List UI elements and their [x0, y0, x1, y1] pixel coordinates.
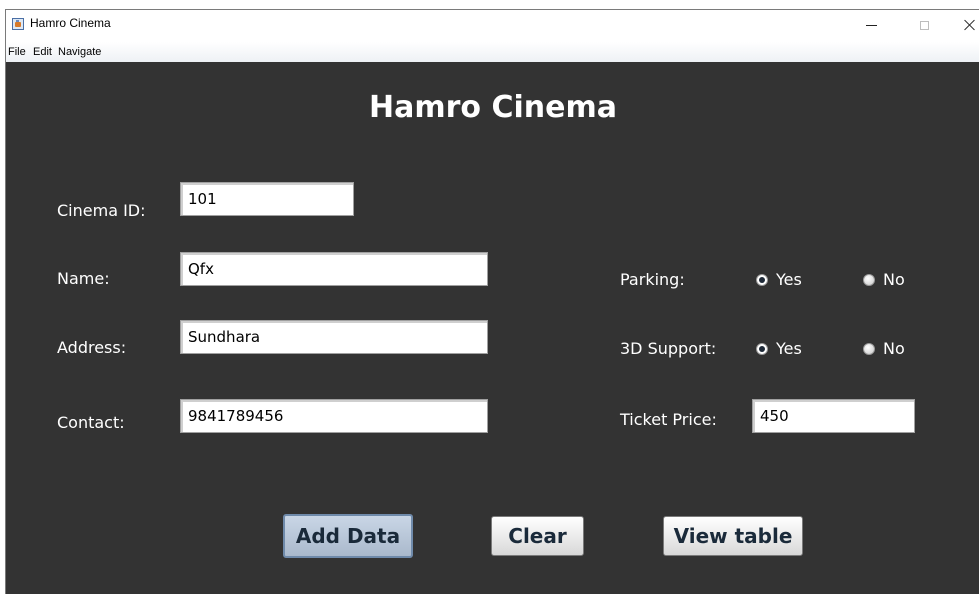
maximize-icon: [919, 20, 929, 30]
parking-no-label: No: [883, 270, 905, 289]
menu-edit[interactable]: Edit: [33, 46, 52, 58]
ticket-price-input[interactable]: [753, 400, 914, 432]
app-window: Hamro Cinema File Edit Navigate Hamro Ci…: [5, 9, 979, 594]
radio-selected-icon: [756, 342, 768, 355]
3d-support-no-radio[interactable]: No: [863, 339, 905, 358]
address-input[interactable]: [181, 321, 487, 353]
clear-button[interactable]: Clear: [491, 516, 584, 556]
title-bar: Hamro Cinema: [6, 10, 979, 42]
menu-bar: File Edit Navigate: [6, 42, 979, 62]
window-title: Hamro Cinema: [30, 16, 111, 30]
contact-input[interactable]: [181, 400, 487, 432]
java-app-icon: [12, 18, 24, 30]
cinema-id-label: Cinema ID:: [57, 201, 146, 220]
minimize-icon: [865, 24, 877, 26]
name-input[interactable]: [181, 253, 487, 285]
close-button[interactable]: [950, 12, 979, 38]
cinema-id-input[interactable]: [181, 183, 353, 215]
page-title: Hamro Cinema: [369, 90, 617, 125]
maximize-button[interactable]: [904, 12, 944, 38]
3d-support-yes-radio[interactable]: Yes: [756, 339, 802, 358]
menu-file[interactable]: File: [8, 46, 26, 58]
menu-navigate[interactable]: Navigate: [58, 46, 101, 58]
3d-support-yes-label: Yes: [776, 339, 802, 358]
close-icon: [964, 19, 976, 31]
parking-yes-label: Yes: [776, 270, 802, 289]
3d-support-no-label: No: [883, 339, 905, 358]
parking-yes-radio[interactable]: Yes: [756, 270, 802, 289]
parking-no-radio[interactable]: No: [863, 270, 905, 289]
contact-field[interactable]: [180, 399, 488, 433]
add-data-button[interactable]: Add Data: [283, 514, 413, 558]
ticket-price-label: Ticket Price:: [620, 410, 717, 429]
radio-unselected-icon: [863, 342, 875, 355]
cinema-id-field[interactable]: [180, 182, 354, 216]
radio-unselected-icon: [863, 273, 875, 286]
name-label: Name:: [57, 269, 110, 288]
contact-label: Contact:: [57, 413, 125, 432]
minimize-button[interactable]: [851, 12, 891, 38]
view-table-button[interactable]: View table: [663, 516, 803, 556]
parking-label: Parking:: [620, 270, 685, 289]
name-field[interactable]: [180, 252, 488, 286]
radio-selected-icon: [756, 273, 768, 286]
address-label: Address:: [57, 338, 127, 357]
3d-support-label: 3D Support:: [620, 339, 717, 358]
form-panel: Hamro Cinema Cinema ID: Name: Address: C…: [6, 62, 979, 594]
address-field[interactable]: [180, 320, 488, 354]
ticket-price-field[interactable]: [752, 399, 915, 433]
